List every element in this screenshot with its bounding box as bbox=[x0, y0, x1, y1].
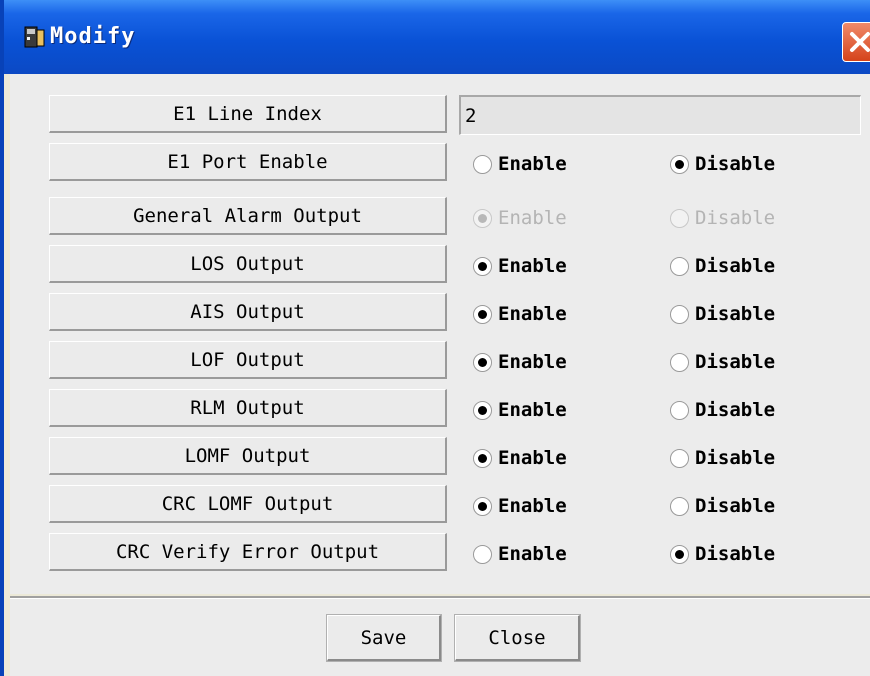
e1-port-enable-label: E1 Port Enable bbox=[49, 143, 447, 181]
close-window-button[interactable] bbox=[842, 22, 870, 62]
radio-unchecked-icon bbox=[670, 448, 689, 468]
lof-output-enable-radio[interactable]: Enable bbox=[473, 347, 567, 377]
radio-label: Disable bbox=[695, 495, 776, 517]
radio-checked-icon bbox=[473, 448, 492, 468]
app-icon bbox=[24, 24, 46, 50]
radio-label: Enable bbox=[498, 543, 567, 565]
rlm-output-label: RLM Output bbox=[49, 389, 447, 427]
title-bar[interactable]: Modify bbox=[4, 0, 870, 74]
radio-label: Disable bbox=[695, 543, 776, 565]
crc-lomf-output-enable-radio[interactable]: Enable bbox=[473, 491, 567, 521]
modify-dialog: Modify E1 Line Index 2 E1 Port Enable En… bbox=[0, 0, 870, 676]
lomf-output-enable-radio[interactable]: Enable bbox=[473, 443, 567, 473]
crc-lomf-output-label: CRC LOMF Output bbox=[49, 485, 447, 523]
radio-label: Disable bbox=[695, 303, 776, 325]
lof-output-label: LOF Output bbox=[49, 341, 447, 379]
radio-checked-icon bbox=[473, 304, 492, 324]
radio-unchecked-icon bbox=[473, 154, 492, 174]
form-panel: E1 Line Index 2 E1 Port Enable Enable Di… bbox=[10, 74, 870, 594]
radio-label: Enable bbox=[498, 303, 567, 325]
radio-unchecked-icon bbox=[473, 544, 492, 564]
radio-label: Disable bbox=[695, 351, 776, 373]
crc-lomf-output-disable-radio[interactable]: Disable bbox=[670, 491, 775, 521]
radio-checked-icon bbox=[473, 208, 492, 228]
radio-label: Enable bbox=[498, 447, 567, 469]
general-alarm-output-enable-radio: Enable bbox=[473, 203, 567, 233]
e1-port-enable-enable-radio[interactable]: Enable bbox=[473, 149, 567, 179]
radio-checked-icon bbox=[473, 352, 492, 372]
radio-unchecked-icon bbox=[670, 352, 689, 372]
close-button[interactable]: Close bbox=[454, 614, 581, 662]
button-bar: Save Close bbox=[10, 599, 870, 676]
radio-label: Disable bbox=[695, 207, 776, 229]
save-button[interactable]: Save bbox=[326, 614, 442, 662]
radio-label: Disable bbox=[695, 255, 776, 277]
los-output-disable-radio[interactable]: Disable bbox=[670, 251, 775, 281]
rlm-output-enable-radio[interactable]: Enable bbox=[473, 395, 567, 425]
ais-output-disable-radio[interactable]: Disable bbox=[670, 299, 775, 329]
general-alarm-output-label: General Alarm Output bbox=[49, 197, 447, 235]
e1-line-index-field[interactable]: 2 bbox=[459, 95, 861, 135]
radio-unchecked-icon bbox=[670, 208, 689, 228]
crc-verify-error-output-enable-radio[interactable]: Enable bbox=[473, 539, 567, 569]
radio-unchecked-icon bbox=[670, 496, 689, 516]
close-icon bbox=[850, 32, 870, 52]
crc-verify-error-output-label: CRC Verify Error Output bbox=[49, 533, 447, 571]
window-title: Modify bbox=[50, 24, 136, 49]
rlm-output-disable-radio[interactable]: Disable bbox=[670, 395, 775, 425]
e1-line-index-label: E1 Line Index bbox=[49, 95, 447, 133]
radio-checked-icon bbox=[670, 154, 689, 174]
radio-checked-icon bbox=[670, 544, 689, 564]
los-output-label: LOS Output bbox=[49, 245, 447, 283]
general-alarm-output-disable-radio: Disable bbox=[670, 203, 775, 233]
radio-label: Enable bbox=[498, 255, 567, 277]
e1-port-enable-disable-radio[interactable]: Disable bbox=[670, 149, 775, 179]
lomf-output-label: LOMF Output bbox=[49, 437, 447, 475]
radio-checked-icon bbox=[473, 256, 492, 276]
ais-output-label: AIS Output bbox=[49, 293, 447, 331]
radio-unchecked-icon bbox=[670, 304, 689, 324]
lomf-output-disable-radio[interactable]: Disable bbox=[670, 443, 775, 473]
lof-output-disable-radio[interactable]: Disable bbox=[670, 347, 775, 377]
radio-unchecked-icon bbox=[670, 256, 689, 276]
los-output-enable-radio[interactable]: Enable bbox=[473, 251, 567, 281]
radio-checked-icon bbox=[473, 496, 492, 516]
ais-output-enable-radio[interactable]: Enable bbox=[473, 299, 567, 329]
radio-unchecked-icon bbox=[670, 400, 689, 420]
radio-label: Enable bbox=[498, 207, 567, 229]
radio-label: Disable bbox=[695, 399, 776, 421]
radio-label: Disable bbox=[695, 153, 776, 175]
crc-verify-error-output-disable-radio[interactable]: Disable bbox=[670, 539, 775, 569]
radio-checked-icon bbox=[473, 400, 492, 420]
radio-label: Enable bbox=[498, 351, 567, 373]
radio-label: Enable bbox=[498, 399, 567, 421]
radio-label: Disable bbox=[695, 447, 776, 469]
radio-label: Enable bbox=[498, 495, 567, 517]
radio-label: Enable bbox=[498, 153, 567, 175]
